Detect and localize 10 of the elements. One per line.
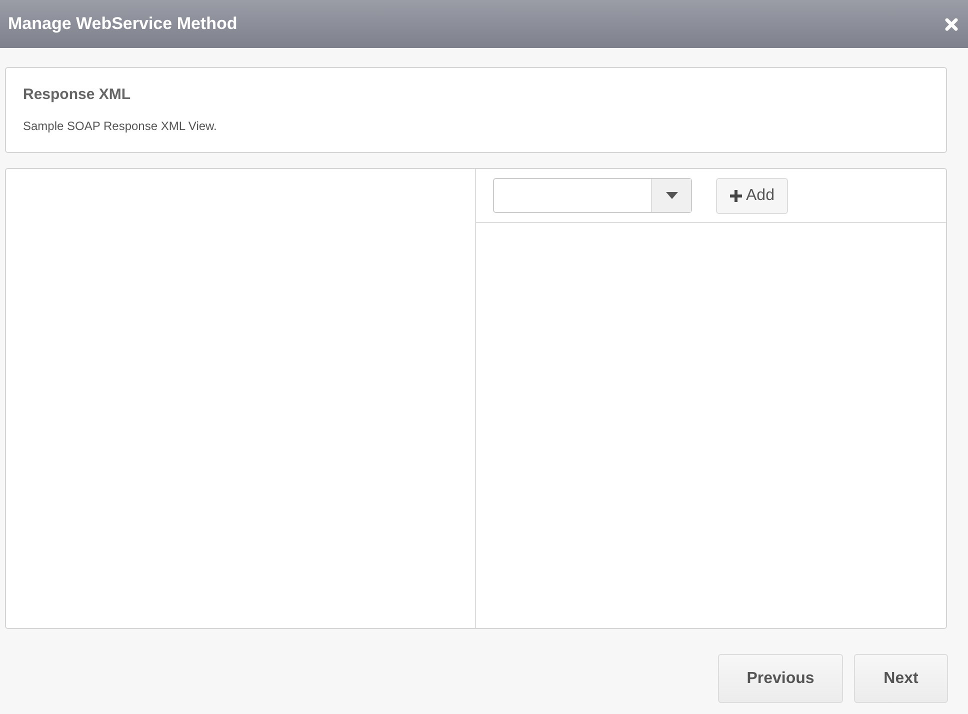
add-button[interactable]: Add — [716, 178, 788, 214]
section-title: Response XML — [23, 85, 132, 105]
next-button[interactable]: Next — [854, 654, 948, 703]
dropdown-field[interactable] — [493, 178, 692, 213]
plus-icon — [730, 190, 742, 202]
close-icon[interactable] — [945, 18, 958, 30]
previous-button[interactable]: Previous — [718, 654, 843, 703]
window-title: Manage WebService Method — [8, 13, 238, 36]
section-description: Sample SOAP Response XML View. — [23, 118, 218, 134]
caret-icon — [666, 192, 678, 199]
